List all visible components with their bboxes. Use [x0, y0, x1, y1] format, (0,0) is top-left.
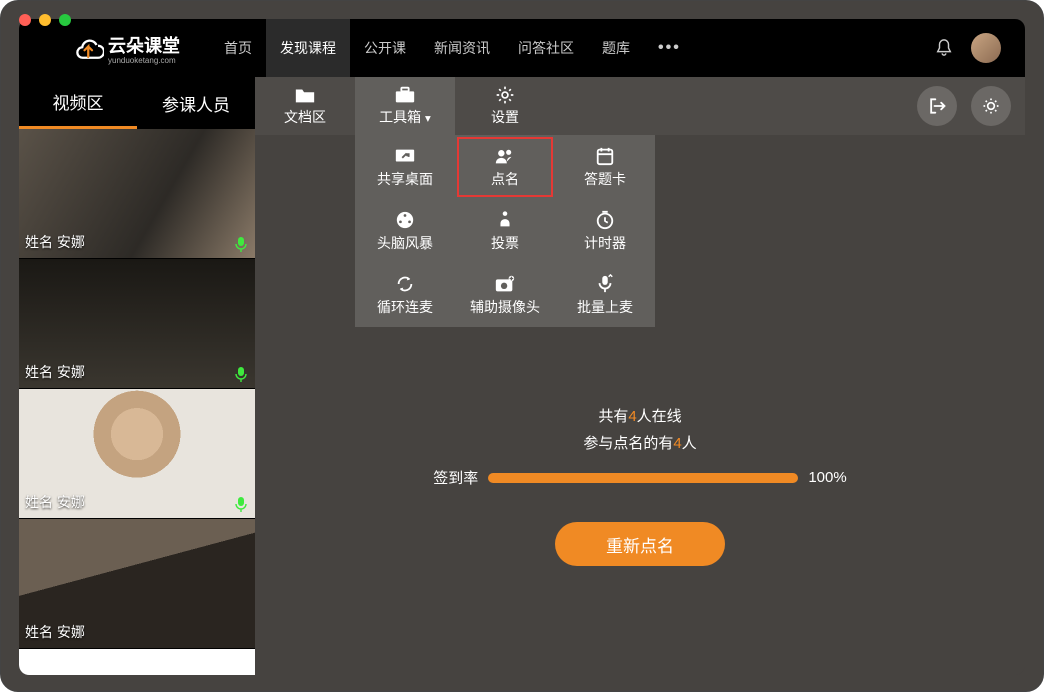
sidebar: 视频区 参课人员 姓名 安娜 姓名 安娜 — [19, 77, 255, 675]
nav-right — [935, 33, 1025, 63]
participant-name: 姓名 安娜 — [19, 490, 91, 514]
tool-brainstorm[interactable]: 头脑风暴 — [355, 199, 455, 263]
redo-rollcall-button[interactable]: 重新点名 — [555, 522, 725, 566]
close-window-button[interactable] — [19, 14, 31, 26]
participant-name: 姓名 安娜 — [19, 620, 91, 644]
exit-icon — [927, 96, 947, 116]
rate-label: 签到率 — [433, 467, 478, 488]
online-line: 共有4人在线 — [598, 405, 681, 426]
video-tile[interactable]: 姓名 安娜 — [19, 129, 255, 259]
tool-aux-camera[interactable]: 辅助摄像头 — [455, 263, 555, 327]
gear-icon — [981, 96, 1001, 116]
tool-timer[interactable]: 计时器 — [555, 199, 655, 263]
video-tile-empty — [19, 649, 255, 675]
toolbar-doc-area[interactable]: 文档区 — [255, 77, 355, 135]
nav-news[interactable]: 新闻资讯 — [420, 19, 504, 77]
mic-icon — [235, 496, 247, 512]
camera-plus-icon — [494, 274, 516, 294]
tool-answer-card[interactable]: 答题卡 — [555, 135, 655, 199]
main-area: 文档区 工具箱 ▾ 设置 — [255, 77, 1025, 675]
nav-qa[interactable]: 问答社区 — [504, 19, 588, 77]
top-nav: 云朵课堂 yunduoketang.com 首页 发现课程 公开课 新闻资讯 问… — [19, 19, 1025, 77]
brand-name: 云朵课堂 — [108, 36, 180, 56]
app-body: 视频区 参课人员 姓名 安娜 姓名 安娜 — [19, 77, 1025, 675]
video-tile[interactable]: 姓名 安娜 — [19, 519, 255, 649]
toolbar-toolbox[interactable]: 工具箱 ▾ — [355, 77, 455, 135]
nav-bank[interactable]: 题库 — [588, 19, 644, 77]
window-controls — [19, 14, 71, 26]
nav-discover[interactable]: 发现课程 — [266, 19, 350, 77]
tool-roll-call[interactable]: 点名 — [455, 135, 555, 199]
video-list: 姓名 安娜 姓名 安娜 姓名 安娜 — [19, 129, 255, 675]
tool-batch-mic[interactable]: 批量上麦 — [555, 263, 655, 327]
tab-participants[interactable]: 参课人员 — [137, 77, 255, 129]
rollcall-line: 参与点名的有4人 — [583, 432, 696, 453]
tool-vote[interactable]: 投票 — [455, 199, 555, 263]
maximize-window-button[interactable] — [59, 14, 71, 26]
tool-share-desktop[interactable]: 共享桌面 — [355, 135, 455, 199]
participant-name: 姓名 安娜 — [19, 360, 91, 384]
pointer-icon — [494, 210, 516, 230]
people-icon — [494, 146, 516, 166]
cloud-logo-icon — [74, 36, 104, 60]
tool-cycle-mic[interactable]: 循环连麦 — [355, 263, 455, 327]
brand-sub: yunduoketang.com — [108, 56, 180, 65]
calendar-icon — [594, 146, 616, 166]
nav-home[interactable]: 首页 — [210, 19, 266, 77]
rate-value: 100% — [808, 469, 846, 486]
tab-video-area[interactable]: 视频区 — [19, 77, 137, 129]
mic-icon — [235, 236, 247, 252]
mic-up-icon — [594, 274, 616, 294]
user-avatar[interactable] — [971, 33, 1001, 63]
film-reel-icon — [394, 210, 416, 230]
share-desktop-icon — [394, 146, 416, 166]
toolbar-settings[interactable]: 设置 — [455, 77, 555, 135]
bell-icon[interactable] — [935, 38, 953, 58]
brand-logo[interactable]: 云朵课堂 yunduoketang.com — [74, 32, 180, 65]
folder-icon — [294, 85, 316, 105]
participant-name: 姓名 安娜 — [19, 230, 91, 254]
rollcall-stats: 共有4人在线 参与点名的有4人 签到率 100% 重新点名 — [255, 405, 1025, 566]
toolbox-dropdown: 共享桌面 点名 答题卡 头脑风暴 投票 — [355, 135, 655, 327]
nav-public[interactable]: 公开课 — [350, 19, 420, 77]
nav-more[interactable]: ••• — [644, 39, 695, 57]
gear-icon — [494, 85, 516, 105]
settings-button[interactable] — [971, 86, 1011, 126]
briefcase-icon — [394, 85, 416, 105]
clock-icon — [594, 210, 616, 230]
progress-bar — [488, 473, 798, 483]
video-tile[interactable]: 姓名 安娜 — [19, 389, 255, 519]
side-tabs: 视频区 参课人员 — [19, 77, 255, 129]
app-window: 云朵课堂 yunduoketang.com 首页 发现课程 公开课 新闻资讯 问… — [0, 0, 1044, 692]
exit-button[interactable] — [917, 86, 957, 126]
nav-items: 首页 发现课程 公开课 新闻资讯 问答社区 题库 ••• — [210, 19, 695, 77]
mic-icon — [235, 366, 247, 382]
minimize-window-button[interactable] — [39, 14, 51, 26]
video-tile[interactable]: 姓名 安娜 — [19, 259, 255, 389]
toolbar: 文档区 工具箱 ▾ 设置 — [255, 77, 1025, 135]
progress-row: 签到率 100% — [433, 467, 846, 488]
cycle-icon — [394, 274, 416, 294]
